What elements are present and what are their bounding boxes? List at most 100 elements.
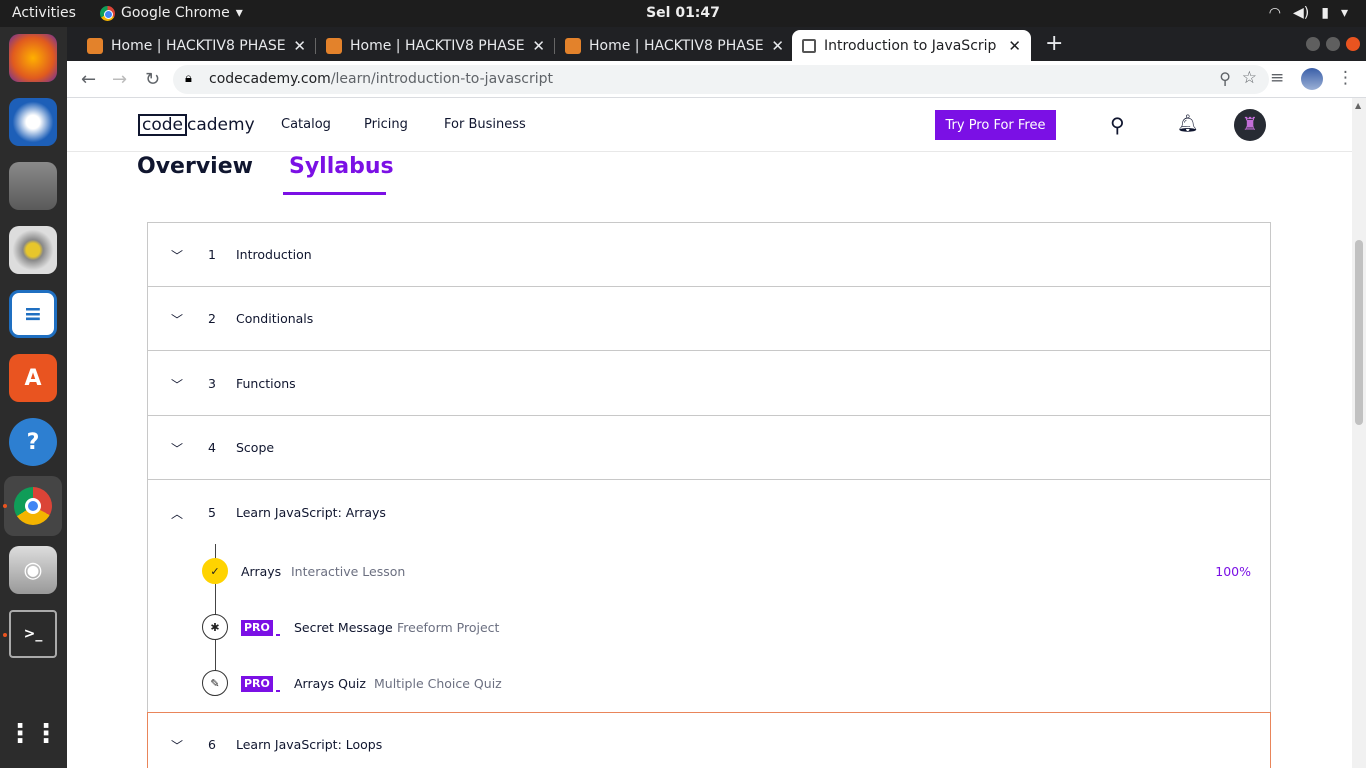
pro-badge-label: PRO bbox=[241, 620, 273, 636]
module-row-expanded[interactable]: ︿ 5 Learn JavaScript: Arrays bbox=[147, 479, 1271, 545]
volume-icon: ◀) bbox=[1293, 5, 1310, 21]
chevron-down-icon: ﹀ bbox=[171, 442, 184, 456]
module-number: 4 bbox=[208, 440, 216, 455]
thunderbird-icon[interactable] bbox=[9, 98, 57, 146]
browser-tab-active[interactable]: Introduction to JavaScrip ✕ bbox=[792, 30, 1031, 61]
tab-overview[interactable]: Overview bbox=[137, 154, 253, 179]
chevron-down-icon: ﹀ bbox=[171, 378, 184, 392]
module-title: Scope bbox=[236, 440, 275, 455]
module-title: Learn JavaScript: Arrays bbox=[236, 505, 386, 520]
chevron-down-icon: ﹀ bbox=[171, 739, 184, 753]
firefox-icon[interactable] bbox=[9, 34, 57, 82]
software-icon[interactable]: A bbox=[9, 354, 57, 402]
hacktiv8-favicon-icon bbox=[565, 37, 581, 54]
pro-badge-label: PRO bbox=[241, 676, 273, 692]
screenshot-icon[interactable]: ◉ bbox=[9, 546, 57, 594]
module-row[interactable]: ﹀ 3 Functions bbox=[147, 350, 1271, 416]
module-title: Introduction bbox=[236, 247, 312, 262]
back-icon[interactable]: ← bbox=[81, 69, 96, 90]
media-queue-icon[interactable]: ≡ bbox=[1270, 68, 1284, 88]
active-tab-indicator bbox=[283, 192, 386, 195]
forward-icon[interactable]: → bbox=[112, 69, 127, 90]
close-icon[interactable]: ✕ bbox=[293, 37, 306, 55]
hacktiv8-favicon-icon bbox=[87, 37, 103, 54]
page-scrollbar[interactable]: ▲ bbox=[1352, 98, 1366, 768]
address-bar[interactable]: 🔒︎ codecademy.com/learn/introduction-to-… bbox=[173, 65, 1269, 94]
chevron-down-icon: ﹀ bbox=[171, 313, 184, 327]
close-icon[interactable]: ✕ bbox=[771, 37, 784, 55]
terminal-icon[interactable]: >_ bbox=[9, 610, 57, 658]
minimize-icon[interactable] bbox=[1306, 37, 1320, 51]
codecademy-favicon-icon bbox=[802, 38, 816, 53]
hacktiv8-favicon-icon bbox=[326, 37, 342, 54]
lesson-type: Interactive Lesson bbox=[291, 564, 406, 579]
files-icon[interactable] bbox=[9, 162, 57, 210]
tab-title: Introduction to JavaScrip bbox=[824, 37, 997, 54]
user-avatar[interactable]: ♜ bbox=[1234, 109, 1266, 141]
try-pro-button[interactable]: Try Pro For Free bbox=[935, 110, 1056, 140]
scroll-up-icon[interactable]: ▲ bbox=[1355, 101, 1361, 110]
bell-icon[interactable]: 🔔︎ bbox=[1177, 114, 1199, 134]
wifi-icon: ◠ bbox=[1268, 5, 1282, 21]
browser-tab[interactable]: Home | HACKTIV8 PHASE ✕ bbox=[316, 30, 555, 61]
writer-icon[interactable]: ≡ bbox=[9, 290, 57, 338]
lesson-type: Freeform Project bbox=[397, 620, 500, 635]
tab-syllabus[interactable]: Syllabus bbox=[289, 154, 394, 179]
module-row[interactable]: ﹀ 2 Conditionals bbox=[147, 286, 1271, 351]
lock-icon[interactable]: 🔒︎ bbox=[185, 71, 192, 86]
nav-for-business[interactable]: For Business bbox=[444, 117, 526, 132]
tab-title: Home | HACKTIV8 PHASE bbox=[111, 37, 286, 54]
close-icon[interactable]: ✕ bbox=[1008, 37, 1021, 55]
running-indicator bbox=[3, 633, 7, 637]
module-row[interactable]: ﹀ 4 Scope bbox=[147, 415, 1271, 480]
codecademy-logo[interactable]: code cademy bbox=[138, 114, 255, 136]
lesson-list: ✓ Arrays Interactive Lesson 100% ✱ PRO S… bbox=[147, 544, 1271, 712]
module-number: 3 bbox=[208, 376, 216, 391]
lesson-item[interactable]: ✎ PRO Arrays Quiz Multiple Choice Quiz bbox=[148, 664, 1270, 704]
search-icon[interactable]: ⚲ bbox=[1110, 113, 1125, 137]
lesson-name: Arrays Quiz bbox=[294, 676, 366, 691]
help-icon[interactable]: ? bbox=[9, 418, 57, 466]
rhythmbox-icon[interactable] bbox=[9, 226, 57, 274]
puzzle-icon: ✱ bbox=[202, 614, 228, 640]
nav-pricing[interactable]: Pricing bbox=[364, 117, 408, 132]
close-window-icon[interactable] bbox=[1346, 37, 1360, 51]
profile-avatar[interactable] bbox=[1301, 68, 1323, 90]
bookmark-star-icon[interactable]: ☆ bbox=[1242, 68, 1257, 88]
browser-tab[interactable]: Home | HACKTIV8 PHASE ✕ bbox=[77, 30, 316, 61]
chevron-down-icon: ﹀ bbox=[171, 249, 184, 263]
zoom-icon[interactable]: ⚲ bbox=[1219, 69, 1231, 88]
reload-icon[interactable]: ↻ bbox=[145, 69, 160, 90]
dock: ≡ A ? ◉ >_ ⋮⋮ bbox=[0, 27, 67, 768]
url-path: /learn/introduction-to-javascript bbox=[330, 71, 554, 87]
browser-tab[interactable]: Home | HACKTIV8 PHASE ✕ bbox=[555, 30, 794, 61]
apps-grid-icon[interactable]: ⋮⋮ bbox=[7, 710, 59, 758]
new-tab-icon[interactable]: + bbox=[1045, 31, 1063, 56]
lesson-name: Arrays bbox=[241, 564, 282, 579]
tab-title: Home | HACKTIV8 PHASE bbox=[350, 37, 525, 54]
chevron-up-icon: ︿ bbox=[171, 507, 184, 521]
more-menu-icon[interactable]: ⋮ bbox=[1337, 68, 1354, 88]
system-tray[interactable]: ◠ ◀) ▮ ▾ bbox=[1269, 5, 1348, 21]
scrollbar-thumb[interactable] bbox=[1355, 240, 1363, 425]
lesson-item[interactable]: ✓ Arrays Interactive Lesson 100% bbox=[148, 552, 1270, 592]
lesson-item[interactable]: ✱ PRO Secret Message Freeform Project bbox=[148, 608, 1270, 648]
quiz-pencil-icon: ✎ bbox=[202, 670, 228, 696]
caret-down-icon: ▾ bbox=[1340, 5, 1348, 21]
module-number: 6 bbox=[208, 737, 216, 752]
lesson-type: Multiple Choice Quiz bbox=[374, 676, 502, 691]
close-icon[interactable]: ✕ bbox=[532, 37, 545, 55]
site-header: code cademy Catalog Pricing For Business… bbox=[67, 98, 1352, 152]
checkmark-icon: ✓ bbox=[202, 558, 228, 584]
module-row[interactable]: ﹀ 6 Learn JavaScript: Loops bbox=[147, 712, 1271, 768]
tab-strip: Home | HACKTIV8 PHASE ✕ Home | HACKTIV8 … bbox=[67, 27, 1366, 61]
module-row[interactable]: ﹀ 1 Introduction bbox=[147, 222, 1271, 287]
clock[interactable]: Sel 01:47 bbox=[0, 5, 1366, 21]
maximize-icon[interactable] bbox=[1326, 37, 1340, 51]
module-number: 1 bbox=[208, 247, 216, 262]
window-controls bbox=[1306, 37, 1360, 51]
chrome-icon bbox=[14, 487, 52, 525]
chrome-dock-item[interactable] bbox=[4, 476, 62, 536]
nav-catalog[interactable]: Catalog bbox=[281, 117, 331, 132]
logo-code: code bbox=[138, 114, 187, 136]
